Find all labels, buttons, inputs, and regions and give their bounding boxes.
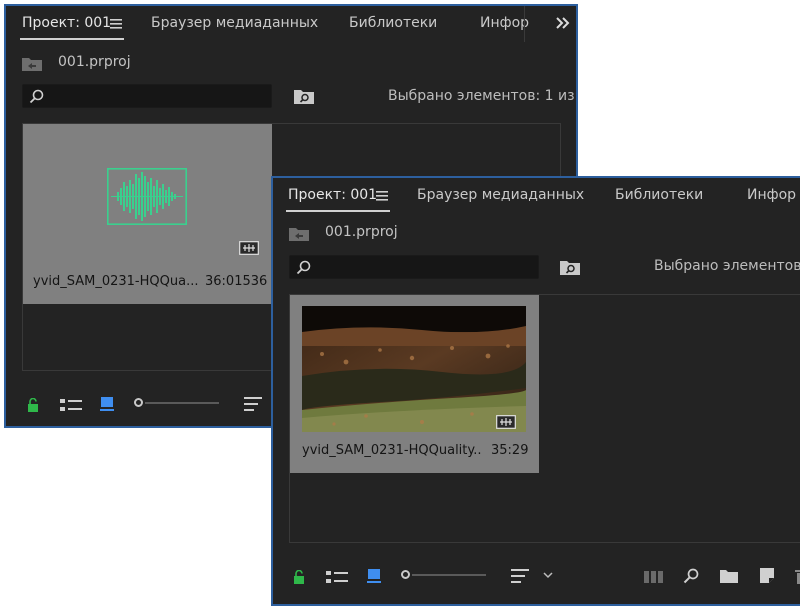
zoom-slider-track[interactable] [145,402,219,404]
automate-sequence-icon[interactable] [644,571,664,583]
zoom-slider-knob[interactable] [134,398,143,407]
tab-info[interactable]: Инфор [480,15,529,31]
panel-menu-icon[interactable] [376,191,388,201]
search-box[interactable] [289,255,539,279]
project-file-name: 001.prproj [325,224,398,240]
clip-duration: 36:01536 [205,274,268,289]
project-items-area: yvid_SAM_0231-HQQuality... 35:29 [289,294,800,543]
tab-project[interactable]: Проект: 001 [288,187,377,203]
clip-item[interactable]: yvid_SAM_0231-HQQua... 36:01536 [23,124,272,304]
find-icon[interactable] [683,568,699,584]
new-search-bin-icon[interactable] [294,88,314,104]
project-panel-front: Проект: 001 Браузер медиаданных Библиоте… [271,176,800,606]
folder-up-icon[interactable] [22,56,42,71]
active-tab-indicator [20,38,124,40]
tab-libraries[interactable]: Библиотеки [615,187,703,203]
selected-count: Выбрано элементов: 1 [654,258,800,274]
icon-view-icon[interactable] [100,397,114,412]
chevron-down-icon[interactable] [543,572,553,579]
new-search-bin-icon[interactable] [560,259,580,275]
list-view-icon[interactable] [326,570,348,584]
clip-name: yvid_SAM_0231-HQQua... [33,274,198,289]
selected-count: Выбрано элементов: 1 из 1 [388,88,578,104]
new-bin-icon[interactable] [720,569,738,583]
trash-icon[interactable] [795,568,800,584]
tab-info[interactable]: Инфор [747,187,796,203]
search-icon [296,260,311,275]
panel-tab-bar: Проект: 001 Браузер медиаданных Библиоте… [6,6,576,44]
project-file-name: 001.prproj [58,54,131,70]
tab-project[interactable]: Проект: 001 [22,15,111,31]
new-item-icon[interactable] [760,568,774,583]
sort-icon[interactable] [244,397,262,411]
video-thumbnail [302,306,526,432]
clip-item[interactable]: yvid_SAM_0231-HQQuality... 35:29 [290,295,539,473]
search-input[interactable] [49,87,253,107]
panel-menu-icon[interactable] [110,19,122,29]
clip-duration: 35:29 [491,443,529,458]
list-view-icon[interactable] [60,398,82,412]
search-icon [29,89,44,104]
folder-up-icon[interactable] [289,226,309,241]
tab-overflow-icon[interactable] [556,17,570,29]
audio-waveform-thumbnail [107,168,187,225]
tab-media-browser[interactable]: Браузер медиаданных [151,15,318,31]
lock-open-icon[interactable] [293,570,305,584]
search-box[interactable] [22,84,272,108]
zoom-slider-track[interactable] [412,574,486,576]
search-input[interactable] [316,258,520,278]
clip-name: yvid_SAM_0231-HQQuality... [302,443,482,458]
tab-divider [524,6,525,42]
icon-view-icon[interactable] [367,569,381,584]
active-tab-indicator [286,210,390,212]
zoom-slider-knob[interactable] [401,570,410,579]
panel-tab-bar: Проект: 001 Браузер медиаданных Библиоте… [273,178,800,216]
audio-clip-badge-icon [496,415,516,429]
audio-clip-badge-icon [239,241,259,255]
tab-media-browser[interactable]: Браузер медиаданных [417,187,584,203]
lock-open-icon[interactable] [27,398,39,412]
tab-libraries[interactable]: Библиотеки [349,15,437,31]
sort-icon[interactable] [511,569,529,583]
